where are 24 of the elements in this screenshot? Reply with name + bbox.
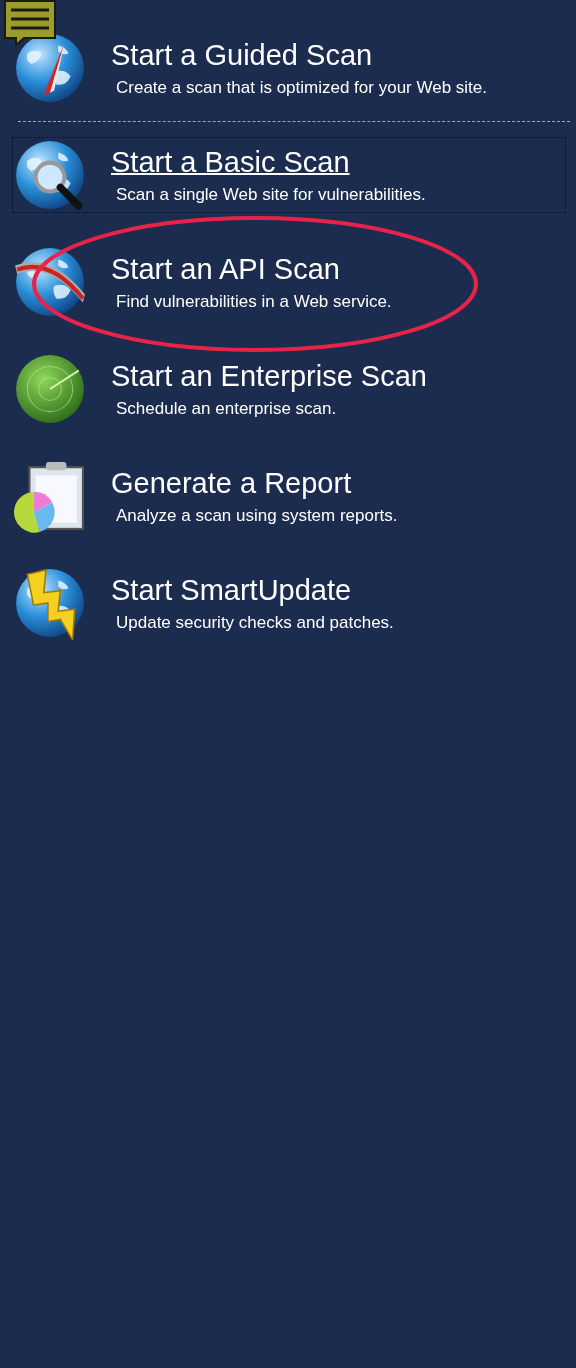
lightning-icon — [13, 566, 87, 640]
radar-icon — [13, 352, 87, 426]
magnifier-icon — [13, 138, 87, 212]
item-description: Update security checks and patches. — [116, 613, 394, 633]
scan-menu-item[interactable]: Start SmartUpdate Update security checks and patches. — [12, 565, 566, 641]
scan-menu-item[interactable]: Start a Guided Scan Create a scan that is optimized for your Web site. — [12, 30, 566, 106]
menu-icon[interactable] — [4, 0, 56, 46]
report-icon — [13, 459, 87, 533]
item-description: Scan a single Web site for vulnerabilities. — [116, 185, 426, 205]
item-title: Start a Basic Scan — [111, 145, 351, 179]
item-title: Start an Enterprise Scan — [111, 359, 427, 393]
scan-menu-item[interactable]: Start a Basic Scan Scan a single Web site for vulnerabilities. — [12, 137, 566, 213]
scan-menu-item[interactable]: Generate a Report Analyze a scan using system reports. — [12, 458, 566, 534]
item-description: Create a scan that is optimized for your Web site. — [116, 78, 488, 98]
item-title: Start SmartUpdate — [111, 573, 353, 607]
scan-menu-item[interactable]: Start an API Scan Find vulnerabilities in a Web service. — [12, 244, 566, 320]
item-description: Find vulnerabilities in a Web service. — [116, 292, 392, 312]
item-title: Generate a Report — [111, 466, 353, 500]
scan-menu-item[interactable]: Start an Enterprise Scan Schedule an enterprise scan. — [12, 351, 566, 427]
item-description: Analyze a scan using system reports. — [116, 506, 398, 526]
item-title: Start an API Scan — [111, 252, 341, 286]
item-title: Start a Guided Scan — [111, 38, 374, 72]
ring-icon — [13, 245, 87, 319]
item-description: Schedule an enterprise scan. — [116, 399, 338, 419]
